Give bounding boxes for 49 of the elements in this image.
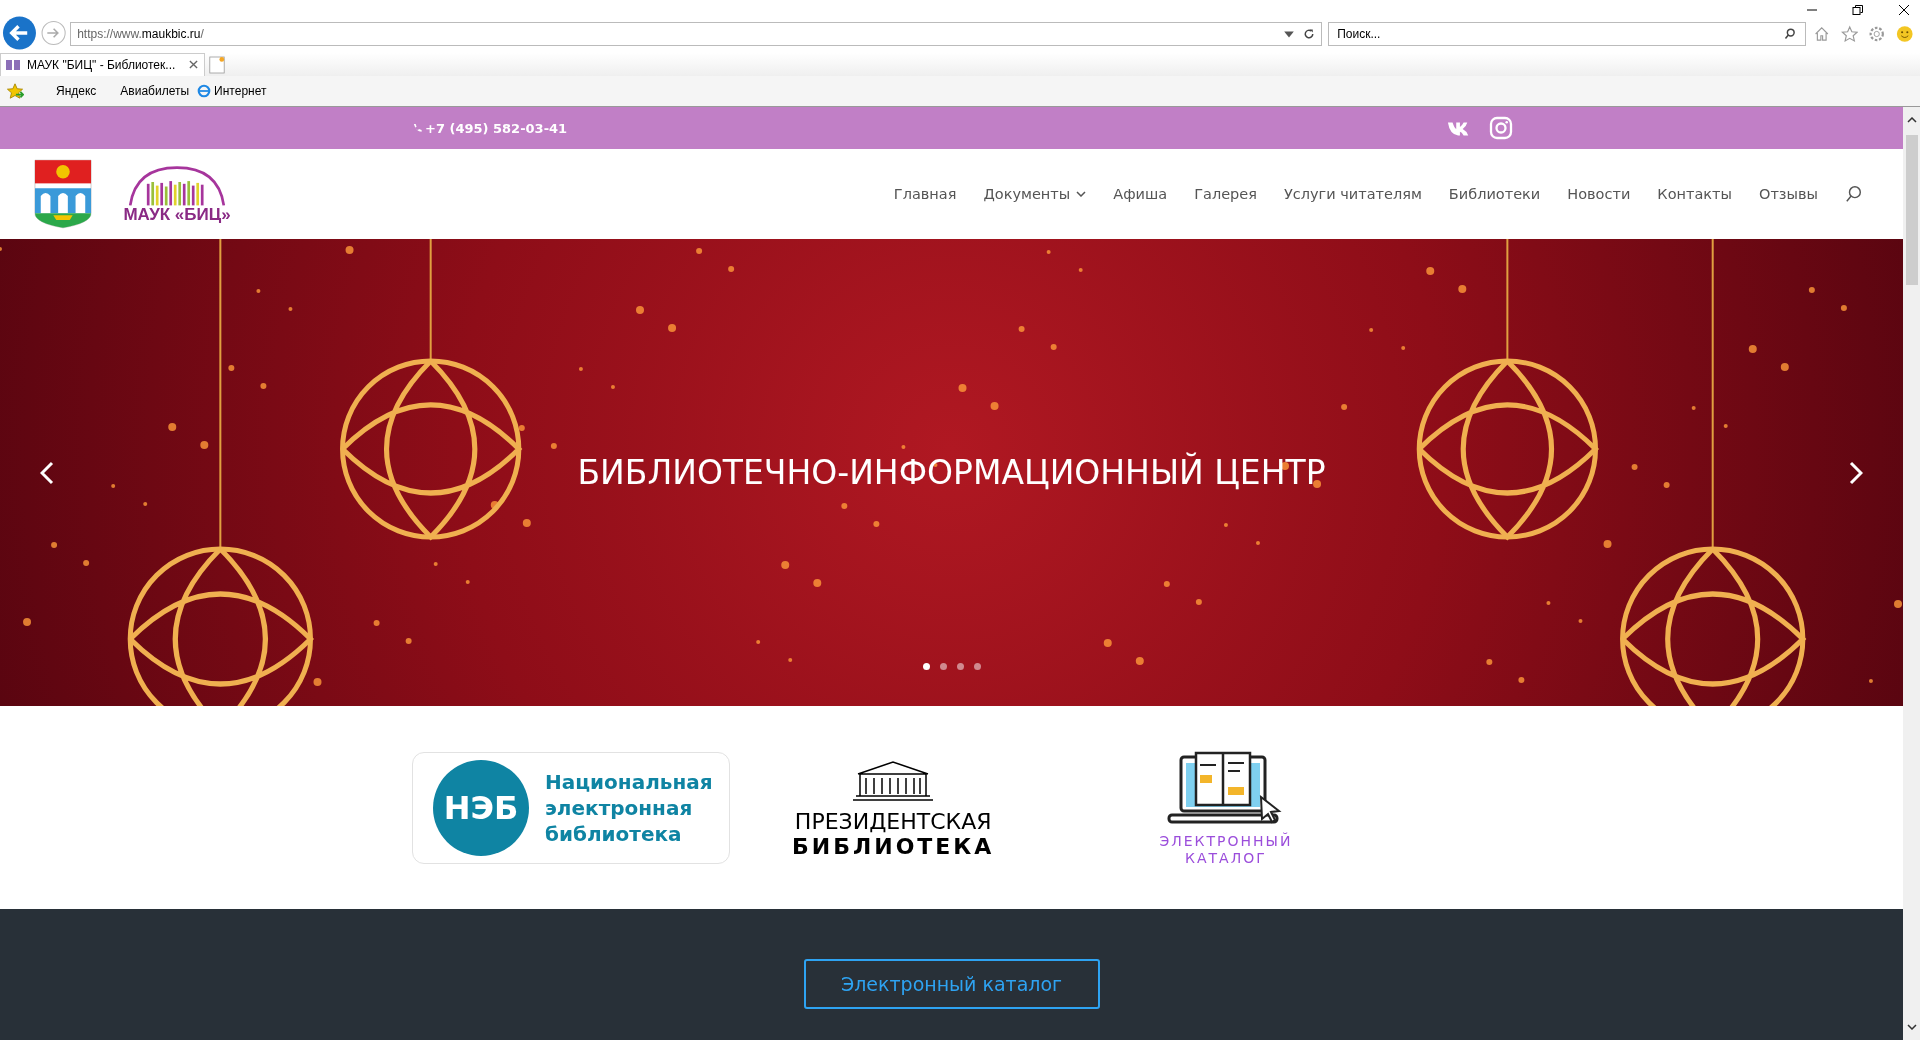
refresh-icon[interactable] — [1303, 27, 1316, 40]
settings-icon[interactable] — [1868, 24, 1886, 43]
electronic-catalog-banner[interactable]: ЭЛЕКТРОННЫЙ КАТАЛОГ — [1159, 749, 1293, 866]
previous-slide-icon[interactable] — [40, 461, 54, 485]
favorites-link[interactable]: Интернет — [197, 83, 267, 98]
nav-link[interactable]: Галерея — [1194, 186, 1257, 202]
nav-link[interactable]: Библиотеки — [1448, 186, 1541, 202]
close-icon[interactable] — [1898, 4, 1910, 16]
search-icon[interactable] — [1784, 27, 1797, 40]
close-tab-icon[interactable] — [189, 60, 199, 70]
presidential-library-banner[interactable]: ПРЕЗИДЕНТСКАЯ БИБЛИОТЕКА — [792, 756, 995, 859]
catalog-button[interactable]: Электронный каталог — [803, 959, 1100, 1009]
nav-link[interactable]: Документы — [983, 186, 1087, 202]
smiley-icon[interactable] — [1895, 24, 1913, 43]
scroll-up-icon[interactable] — [1906, 117, 1917, 123]
slide-dot[interactable] — [973, 663, 981, 670]
book-icon — [5, 58, 21, 71]
scrollbar[interactable] — [1903, 107, 1920, 1040]
scroll-down-icon[interactable] — [1906, 1024, 1917, 1030]
nav-link[interactable]: Услуги читателям — [1283, 186, 1422, 202]
favorites-star-icon[interactable] — [6, 81, 24, 100]
nav-link[interactable]: Контакты — [1657, 186, 1732, 202]
slide-dot[interactable] — [922, 663, 930, 670]
restore-icon[interactable] — [1852, 4, 1864, 16]
favorites-link[interactable]: Яндекс — [56, 83, 97, 98]
search-field[interactable]: Поиск... — [1328, 21, 1807, 46]
caret-icon — [1076, 191, 1087, 197]
favorites-link[interactable]: Авиабилеты — [120, 83, 190, 98]
slide-dot[interactable] — [956, 663, 964, 670]
scrollbar-thumb[interactable] — [1905, 135, 1918, 285]
home-icon[interactable] — [1813, 24, 1831, 43]
logo[interactable]: МАУК «БИЦ» — [122, 163, 232, 225]
nav-link[interactable]: Отзывы — [1759, 186, 1818, 202]
neb-banner[interactable]: НЭБ Национальная электронная библиотека — [412, 751, 730, 864]
nav-link[interactable]: Главная — [893, 186, 957, 202]
search-icon[interactable] — [1845, 185, 1863, 203]
back-icon[interactable] — [2, 14, 37, 51]
nav-link[interactable]: Афиша — [1113, 186, 1168, 202]
hero-title: БИБЛИОТЕЧНО-ИНФОРМАЦИОННЫЙ ЦЕНТР — [577, 453, 1326, 492]
star-icon[interactable] — [1840, 24, 1859, 43]
next-slide-icon[interactable] — [1849, 461, 1863, 485]
phone-icon — [412, 122, 423, 134]
globe-icon — [197, 83, 212, 98]
instagram-icon[interactable] — [1489, 116, 1514, 140]
nav-link[interactable]: Новости — [1567, 186, 1631, 202]
browser-tab[interactable]: МАУК "БИЦ" - Библиотек... — [0, 52, 206, 76]
coat-of-arms-icon — [34, 158, 92, 230]
address-bar[interactable]: https://www.maukbic.ru/ — [70, 21, 1323, 46]
slide-dot[interactable] — [939, 663, 947, 670]
